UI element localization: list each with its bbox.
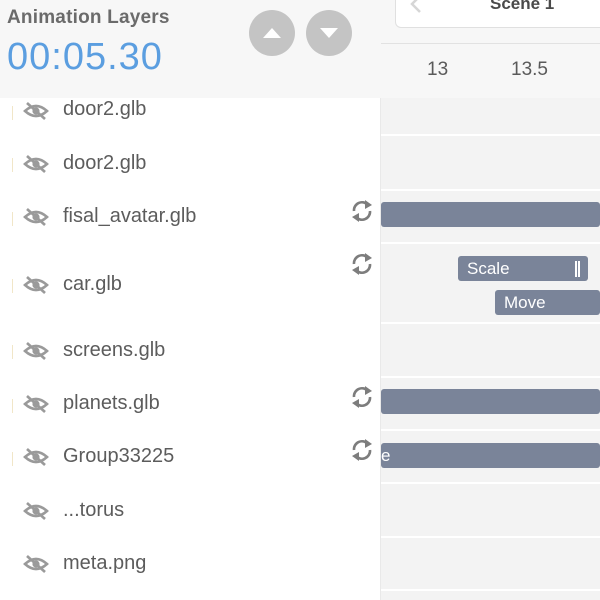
layer-name: fisal_avatar.glb: [63, 205, 197, 227]
eye-slash-icon[interactable]: [23, 341, 49, 361]
eye-slash-icon[interactable]: [23, 394, 49, 414]
layer-name: car.glb: [63, 273, 122, 295]
track-divider: [381, 322, 600, 324]
row-marker: [12, 279, 13, 293]
layer-row[interactable]: meta.png: [0, 538, 381, 590]
timeline-panel: Scene 1 13 13.5 Scale Move e: [381, 0, 600, 600]
row-marker: [12, 106, 13, 120]
eye-slash-icon[interactable]: [23, 501, 49, 521]
eye-slash-icon[interactable]: [23, 554, 49, 574]
layer-row[interactable]: Group33225: [0, 431, 381, 483]
panel-title: Animation Layers: [7, 7, 170, 28]
eye-slash-icon[interactable]: [23, 101, 49, 121]
timeline-header-divider: [381, 43, 600, 44]
layer-name: door2.glb: [63, 152, 147, 174]
clip-resize-handle[interactable]: [575, 261, 580, 277]
loop-icon[interactable]: [348, 250, 376, 278]
clip-scale[interactable]: Scale: [458, 256, 588, 281]
eye-slash-icon[interactable]: [23, 154, 49, 174]
clip-group33225[interactable]: e: [381, 443, 600, 468]
layer-name: door2.glb: [63, 98, 147, 120]
row-marker: [12, 212, 13, 226]
eye-slash-icon[interactable]: [23, 207, 49, 227]
layers-header: Animation Layers 00:05.30: [0, 0, 381, 98]
track-divider: [381, 376, 600, 378]
track-divider: [381, 242, 600, 244]
layer-row[interactable]: fisal_avatar.glb: [0, 191, 381, 243]
layer-row[interactable]: door2.glb: [0, 137, 381, 189]
animation-layers-screen: Scene 1 13 13.5 Scale Move e Animation L…: [0, 0, 600, 600]
layers-panel: Animation Layers 00:05.30 door2.glb door…: [0, 0, 381, 600]
clip-fisal-avatar[interactable]: [381, 202, 600, 227]
chevron-left-icon[interactable]: [409, 0, 423, 14]
clip-scale-label: Scale: [467, 258, 510, 278]
track-divider: [381, 482, 600, 484]
tick-label-13: 13: [427, 59, 449, 80]
layer-row[interactable]: ...torus: [0, 485, 381, 537]
track-divider: [381, 134, 600, 136]
layer-row[interactable]: door2.glb: [0, 98, 381, 134]
chevron-up-icon: [263, 28, 281, 38]
loop-icon[interactable]: [348, 197, 376, 225]
clip-group-label: e: [381, 445, 391, 465]
clip-move-label: Move: [504, 292, 546, 312]
scene-label: Scene 1: [490, 0, 555, 13]
layer-row[interactable]: screens.glb: [0, 325, 381, 377]
timecode-display: 00:05.30: [7, 36, 163, 78]
layer-name: screens.glb: [63, 339, 166, 361]
track-divider: [381, 429, 600, 431]
track-area[interactable]: [381, 98, 600, 600]
clip-planets[interactable]: [381, 389, 600, 414]
layer-name: ...torus: [63, 499, 125, 521]
layer-row[interactable]: planets.glb: [0, 378, 381, 430]
loop-icon[interactable]: [348, 383, 376, 411]
track-divider: [381, 189, 600, 191]
move-up-button[interactable]: [249, 10, 295, 56]
track-divider: [381, 536, 600, 538]
move-down-button[interactable]: [306, 10, 352, 56]
row-marker: [12, 345, 13, 359]
row-marker: [12, 452, 13, 466]
layer-name: planets.glb: [63, 392, 160, 414]
eye-slash-icon[interactable]: [23, 275, 49, 295]
loop-icon[interactable]: [348, 436, 376, 464]
eye-slash-icon[interactable]: [23, 447, 49, 467]
row-marker: [12, 158, 13, 172]
layer-row[interactable]: car.glb: [0, 245, 381, 323]
clip-move[interactable]: Move: [495, 290, 600, 315]
row-marker: [12, 399, 13, 413]
chevron-down-icon: [320, 28, 338, 38]
track-divider: [381, 589, 600, 591]
layer-name: Group33225: [63, 445, 175, 467]
layer-name: meta.png: [63, 552, 147, 574]
tick-label-13-5: 13.5: [511, 59, 548, 80]
